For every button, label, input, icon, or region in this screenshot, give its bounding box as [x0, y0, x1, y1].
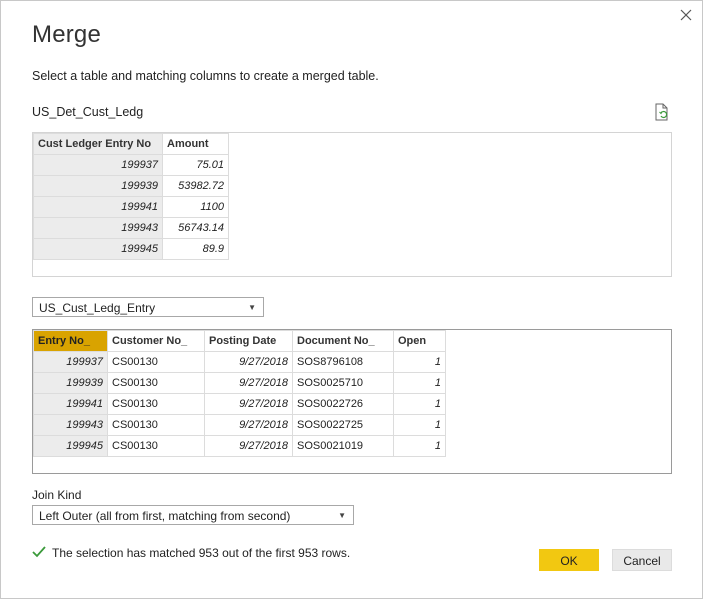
table-row: 199941 CS00130 9/27/2018 SOS0022726 1 [33, 393, 446, 415]
table-cell: 1 [393, 351, 446, 373]
table-cell: 1 [393, 414, 446, 436]
table-cell: 9/27/2018 [204, 372, 293, 394]
table-cell: 199939 [33, 372, 108, 394]
table-cell: SOS0025710 [292, 372, 394, 394]
table-cell: 9/27/2018 [204, 414, 293, 436]
table-cell: 9/27/2018 [204, 351, 293, 373]
table-row: 199943 56743.14 [33, 217, 229, 239]
column-header-customer-no[interactable]: Customer No_ [107, 330, 205, 352]
table-cell: CS00130 [107, 351, 205, 373]
refresh-file-icon[interactable] [653, 102, 671, 122]
table-cell: CS00130 [107, 393, 205, 415]
table-cell: 199943 [33, 217, 163, 239]
column-header-cust-ledger-entry-no[interactable]: Cust Ledger Entry No [33, 133, 163, 155]
table-cell: 53982.72 [162, 175, 229, 197]
match-status-text: The selection has matched 953 out of the… [52, 546, 351, 560]
table-cell: SOS8796108 [292, 351, 394, 373]
table-row: 199941 1100 [33, 196, 229, 218]
column-header-amount[interactable]: Amount [162, 133, 229, 155]
first-table-name: US_Det_Cust_Ledg [32, 105, 144, 119]
table-cell: 1 [393, 393, 446, 415]
table-cell: 9/27/2018 [204, 435, 293, 457]
second-table-preview: Entry No_ Customer No_ Posting Date Docu… [32, 329, 672, 474]
table-cell: 199945 [33, 435, 108, 457]
close-icon[interactable] [677, 6, 695, 24]
second-table-dropdown[interactable]: US_Cust_Ledg_Entry ▼ [32, 297, 264, 317]
table-row: 199945 CS00130 9/27/2018 SOS0021019 1 [33, 435, 446, 457]
column-header-posting-date[interactable]: Posting Date [204, 330, 293, 352]
table-cell: 1 [393, 435, 446, 457]
cancel-button[interactable]: Cancel [612, 549, 672, 571]
header-row: Entry No_ Customer No_ Posting Date Docu… [33, 330, 446, 352]
column-header-entry-no[interactable]: Entry No_ [33, 330, 108, 352]
ok-button[interactable]: OK [539, 549, 599, 571]
table-cell: SOS0021019 [292, 435, 394, 457]
table-cell: CS00130 [107, 414, 205, 436]
table-cell: SOS0022725 [292, 414, 394, 436]
table-cell: 199945 [33, 238, 163, 260]
table-cell: CS00130 [107, 372, 205, 394]
dialog-title: Merge [32, 21, 102, 48]
table-cell: 199941 [33, 196, 163, 218]
join-kind-selected: Left Outer (all from first, matching fro… [39, 509, 291, 523]
table-row: 199937 75.01 [33, 154, 229, 176]
checkmark-icon [32, 546, 48, 561]
table-cell: 199937 [33, 351, 108, 373]
table-row: 199945 89.9 [33, 238, 229, 260]
table-cell: 1100 [162, 196, 229, 218]
table-row: 199937 CS00130 9/27/2018 SOS8796108 1 [33, 351, 446, 373]
table-cell: 89.9 [162, 238, 229, 260]
column-header-document-no[interactable]: Document No_ [292, 330, 394, 352]
first-table-grid: Cust Ledger Entry No Amount 199937 75.01… [33, 133, 229, 260]
join-kind-label: Join Kind [32, 488, 82, 502]
chevron-down-icon: ▼ [248, 303, 256, 312]
table-row: 199939 CS00130 9/27/2018 SOS0025710 1 [33, 372, 446, 394]
second-table-selected: US_Cust_Ledg_Entry [39, 301, 156, 315]
first-table-preview: Cust Ledger Entry No Amount 199937 75.01… [32, 132, 672, 277]
merge-dialog: Merge Select a table and matching column… [0, 0, 703, 599]
table-cell: 199943 [33, 414, 108, 436]
match-status: The selection has matched 953 out of the… [32, 546, 350, 561]
table-cell: 75.01 [162, 154, 229, 176]
table-cell: 9/27/2018 [204, 393, 293, 415]
dialog-subtitle: Select a table and matching columns to c… [32, 69, 379, 83]
join-kind-dropdown[interactable]: Left Outer (all from first, matching fro… [32, 505, 354, 525]
table-cell: 56743.14 [162, 217, 229, 239]
table-cell: CS00130 [107, 435, 205, 457]
column-header-open[interactable]: Open [393, 330, 446, 352]
table-cell: 1 [393, 372, 446, 394]
table-cell: 199941 [33, 393, 108, 415]
second-table-grid: Entry No_ Customer No_ Posting Date Docu… [33, 330, 446, 457]
table-cell: 199939 [33, 175, 163, 197]
chevron-down-icon: ▼ [338, 511, 346, 520]
table-row: 199943 CS00130 9/27/2018 SOS0022725 1 [33, 414, 446, 436]
table-cell: SOS0022726 [292, 393, 394, 415]
table-row: 199939 53982.72 [33, 175, 229, 197]
header-row: Cust Ledger Entry No Amount [33, 133, 229, 155]
table-cell: 199937 [33, 154, 163, 176]
